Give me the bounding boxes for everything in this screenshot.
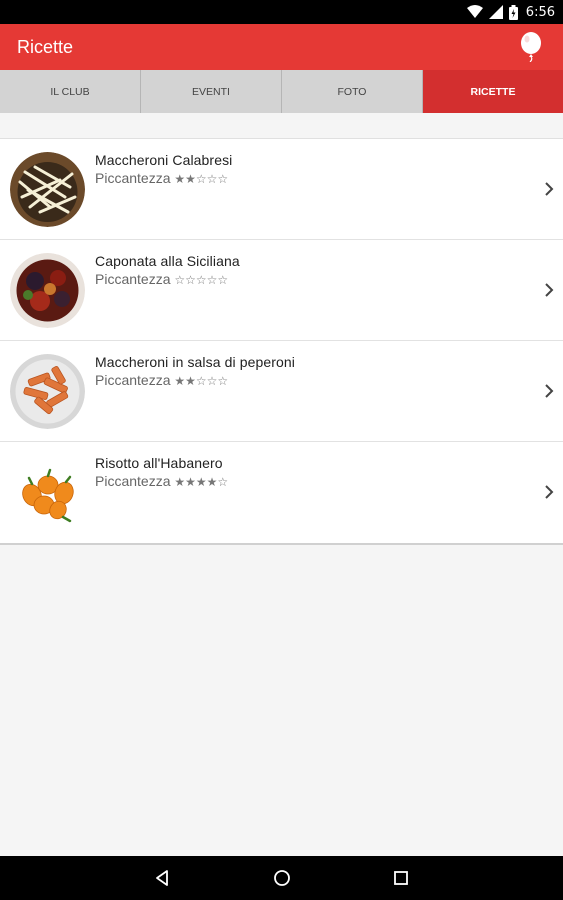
chevron-right-icon — [545, 384, 554, 398]
recipe-name: Maccheroni Calabresi — [95, 152, 233, 168]
tab-bar: IL CLUB EVENTI FOTO RICETTE — [0, 70, 563, 113]
tab-ricette[interactable]: RICETTE — [423, 70, 563, 113]
page-title: Ricette — [17, 36, 74, 57]
recents-icon[interactable] — [391, 868, 411, 888]
status-time: 6:56 — [525, 4, 555, 20]
navigation-bar — [0, 856, 563, 900]
balloon-icon[interactable] — [519, 32, 543, 63]
wifi-icon — [466, 5, 483, 19]
app-bar: Ricette — [0, 24, 563, 70]
status-bar: 6:56 — [0, 0, 563, 24]
tab-foto[interactable]: FOTO — [282, 70, 423, 113]
spiciness-stars: ★★★★☆ — [174, 475, 229, 489]
list-item[interactable]: Risotto all'Habanero Piccantezza ★★★★☆ — [0, 442, 563, 543]
list-item[interactable]: Maccheroni in salsa di peperoni Piccante… — [0, 341, 563, 442]
tab-eventi[interactable]: EVENTI — [141, 70, 282, 113]
spiciness-label: Piccantezza — [95, 271, 171, 287]
recipe-list: Maccheroni Calabresi Piccantezza ★★☆☆☆ C… — [0, 138, 563, 545]
home-icon[interactable] — [272, 868, 292, 888]
recipe-name: Risotto all'Habanero — [95, 455, 223, 471]
spiciness-stars: ★★☆☆☆ — [174, 374, 229, 388]
recipe-thumbnail — [10, 253, 85, 328]
chevron-right-icon — [545, 182, 554, 196]
spiciness-row: Piccantezza ☆☆☆☆☆ — [95, 271, 240, 287]
spiciness-label: Piccantezza — [95, 372, 171, 388]
chevron-right-icon — [545, 283, 554, 297]
spiciness-row: Piccantezza ★★★★☆ — [95, 473, 228, 489]
recipe-name: Caponata alla Siciliana — [95, 253, 240, 269]
spiciness-row: Piccantezza ★★☆☆☆ — [95, 170, 232, 186]
spiciness-row: Piccantezza ★★☆☆☆ — [95, 372, 295, 388]
battery-icon — [508, 4, 518, 20]
spiciness-stars: ☆☆☆☆☆ — [174, 273, 229, 287]
chevron-right-icon — [545, 485, 554, 499]
tab-il-club[interactable]: IL CLUB — [0, 70, 141, 113]
recipe-name: Maccheroni in salsa di peperoni — [95, 354, 295, 370]
signal-icon — [488, 5, 503, 19]
list-item[interactable]: Maccheroni Calabresi Piccantezza ★★☆☆☆ — [0, 139, 563, 240]
back-icon[interactable] — [152, 868, 172, 888]
recipe-thumbnail — [10, 455, 85, 530]
list-item[interactable]: Caponata alla Siciliana Piccantezza ☆☆☆☆… — [0, 240, 563, 341]
recipe-thumbnail — [10, 152, 85, 227]
recipe-thumbnail — [10, 354, 85, 429]
spiciness-label: Piccantezza — [95, 170, 171, 186]
spiciness-label: Piccantezza — [95, 473, 171, 489]
spiciness-stars: ★★☆☆☆ — [174, 172, 229, 186]
